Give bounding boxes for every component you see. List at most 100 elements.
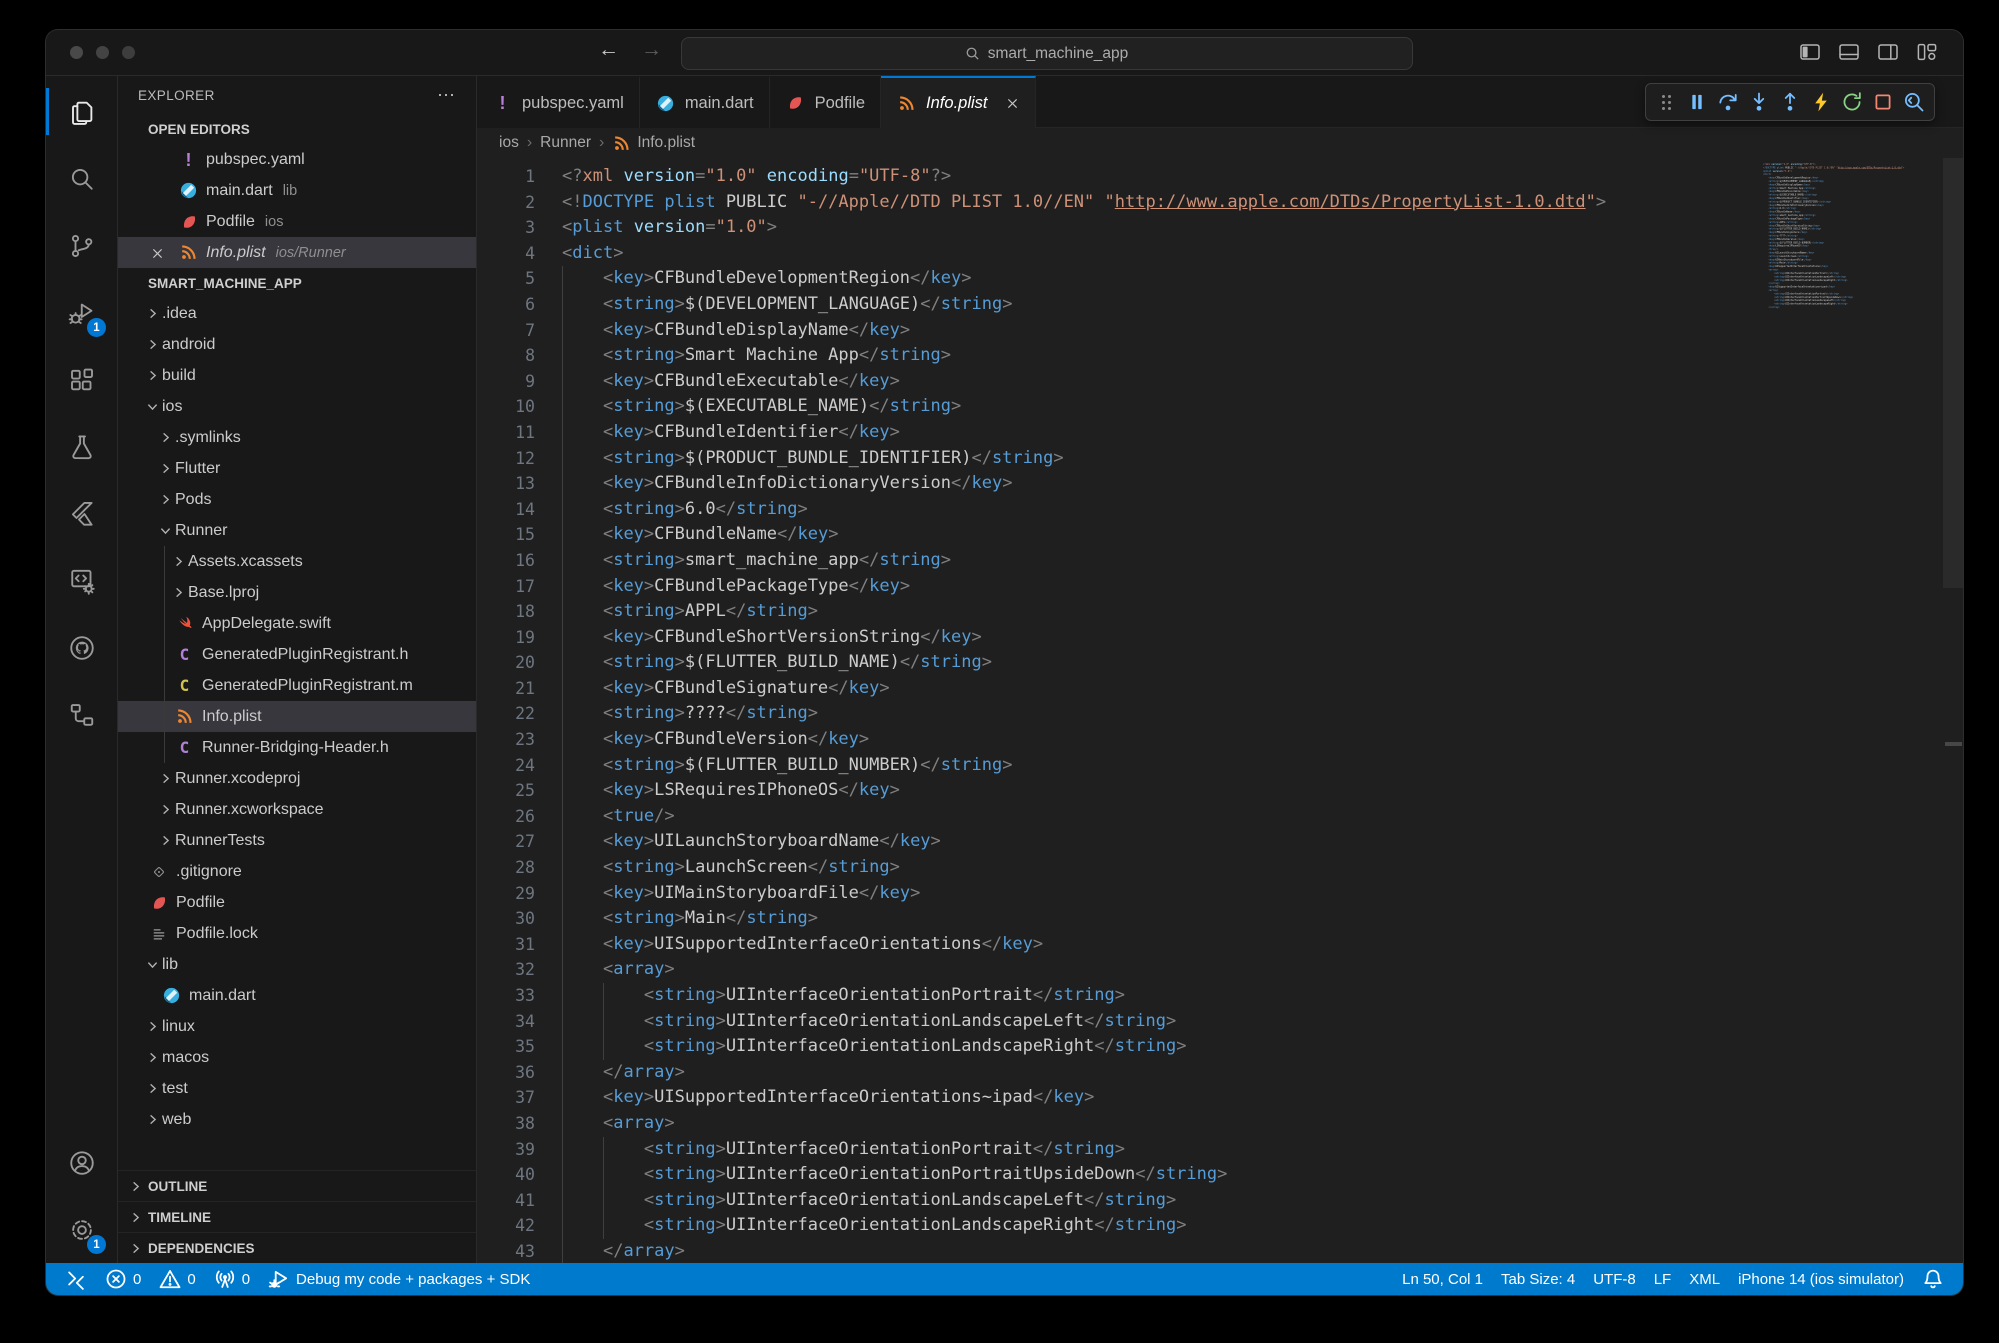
activitybar-search-icon[interactable] [46,145,117,212]
code-line-13[interactable]: 13 <key>CFBundleInfoDictionaryVersion</k… [477,471,1963,497]
code-line-30[interactable]: 30 <string>Main</string> [477,906,1963,932]
zoom-window-button[interactable] [122,46,135,59]
tree-item-macos[interactable]: macos [118,1042,476,1073]
open-editor-main.dart[interactable]: main.dartlib [118,175,476,206]
code-line-6[interactable]: 6 <string>$(DEVELOPMENT_LANGUAGE)</strin… [477,292,1963,318]
code-editor[interactable]: 1<?xml version="1.0" encoding="UTF-8"?> 2… [477,158,1963,1263]
tree-item-Podfile[interactable]: Podfile [118,887,476,918]
tree-item-Pods[interactable]: Pods [118,484,476,515]
code-line-21[interactable]: 21 <key>CFBundleSignature</key> [477,676,1963,702]
breadcrumb-Info.plist[interactable]: Info.plist [612,134,695,153]
tree-item-ios[interactable]: ios [118,391,476,422]
activitybar-github-icon[interactable] [46,614,117,681]
close-icon[interactable] [1005,96,1020,111]
breadcrumb-Runner[interactable]: Runner [540,134,591,152]
code-line-41[interactable]: 41 <string>UIInterfaceOrientationLandsca… [477,1188,1963,1214]
code-line-20[interactable]: 20 <string>$(FLUTTER_BUILD_NAME)</string… [477,650,1963,676]
activitybar-dart-devtools-icon[interactable] [46,547,117,614]
forward-arrow-icon[interactable]: → [641,38,662,62]
tab-main.dart[interactable]: main.dart [640,76,770,128]
step-over-icon[interactable] [1713,87,1743,117]
back-arrow-icon[interactable]: ← [598,38,619,62]
tree-item-.gitignore[interactable]: .gitignore [118,856,476,887]
tree-item-Assets.xcassets[interactable]: Assets.xcassets [118,546,476,577]
customize-layout-icon[interactable] [1915,40,1939,64]
code-line-37[interactable]: 37 <key>UISupportedInterfaceOrientations… [477,1085,1963,1111]
code-line-17[interactable]: 17 <key>CFBundlePackageType</key> [477,574,1963,600]
status-cursor-position[interactable]: Ln 50, Col 1 [1393,1263,1492,1295]
tree-item-AppDelegate.swift[interactable]: AppDelegate.swift [118,608,476,639]
toggle-panel-icon[interactable] [1837,40,1861,64]
code-line-1[interactable]: 1<?xml version="1.0" encoding="UTF-8"?> [477,164,1963,190]
hot-reload-icon[interactable] [1806,87,1836,117]
code-line-24[interactable]: 24 <string>$(FLUTTER_BUILD_NUMBER)</stri… [477,753,1963,779]
code-line-43[interactable]: 43 </array> [477,1239,1963,1263]
code-line-29[interactable]: 29 <key>UIMainStoryboardFile</key> [477,881,1963,907]
close-window-button[interactable] [70,46,83,59]
status-errors[interactable]: 0 [96,1263,150,1295]
code-line-39[interactable]: 39 <string>UIInterfaceOrientationPortrai… [477,1137,1963,1163]
open-editor-Podfile[interactable]: Podfileios [118,206,476,237]
step-into-icon[interactable] [1744,87,1774,117]
status-remote-indicator[interactable] [56,1263,96,1295]
code-line-38[interactable]: 38 <array> [477,1111,1963,1137]
tree-item-.symlinks[interactable]: .symlinks [118,422,476,453]
tree-item-main.dart[interactable]: main.dart [118,980,476,1011]
tree-item-Runner.xcodeproj[interactable]: Runner.xcodeproj [118,763,476,794]
activitybar-references-icon[interactable] [46,681,117,748]
command-center-search[interactable]: smart_machine_app [681,37,1413,70]
code-line-36[interactable]: 36 </array> [477,1060,1963,1086]
code-line-25[interactable]: 25 <key>LSRequiresIPhoneOS</key> [477,778,1963,804]
tree-item-android[interactable]: android [118,329,476,360]
activitybar-testing-icon[interactable] [46,413,117,480]
code-line-35[interactable]: 35 <string>UIInterfaceOrientationLandsca… [477,1034,1963,1060]
code-line-23[interactable]: 23 <key>CFBundleVersion</key> [477,727,1963,753]
tree-item-build[interactable]: build [118,360,476,391]
status-flutter-device[interactable]: iPhone 14 (ios simulator) [1729,1263,1913,1295]
code-line-5[interactable]: 5 <key>CFBundleDevelopmentRegion</key> [477,266,1963,292]
open-editor-pubspec.yaml[interactable]: !pubspec.yaml [118,144,476,175]
code-line-16[interactable]: 16 <string>smart_machine_app</string> [477,548,1963,574]
activitybar-extensions-icon[interactable] [46,346,117,413]
open-editor-Info.plist[interactable]: Info.plistios/Runner [118,237,476,268]
tree-item-Podfile.lock[interactable]: Podfile.lock [118,918,476,949]
status-language-mode[interactable]: XML [1680,1263,1729,1295]
tree-item-RunnerTests[interactable]: RunnerTests [118,825,476,856]
tree-item-test[interactable]: test [118,1073,476,1104]
toggle-primary-sidebar-icon[interactable] [1798,40,1822,64]
tree-item-lib[interactable]: lib [118,949,476,980]
code-line-40[interactable]: 40 <string>UIInterfaceOrientationPortrai… [477,1162,1963,1188]
status-indentation[interactable]: Tab Size: 4 [1492,1263,1584,1295]
tree-item-Flutter[interactable]: Flutter [118,453,476,484]
code-line-34[interactable]: 34 <string>UIInterfaceOrientationLandsca… [477,1009,1963,1035]
activitybar-run-and-debug-icon[interactable]: 1 [46,279,117,346]
code-line-32[interactable]: 32 <array> [477,957,1963,983]
status-encoding[interactable]: UTF-8 [1584,1263,1645,1295]
code-line-28[interactable]: 28 <string>LaunchScreen</string> [477,855,1963,881]
code-line-19[interactable]: 19 <key>CFBundleShortVersionString</key> [477,625,1963,651]
section-dependencies[interactable]: DEPENDENCIES [118,1232,476,1263]
minimize-window-button[interactable] [96,46,109,59]
more-actions-icon[interactable]: ⋯ [437,85,456,106]
code-line-15[interactable]: 15 <key>CFBundleName</key> [477,522,1963,548]
code-line-14[interactable]: 14 <string>6.0</string> [477,497,1963,523]
code-line-10[interactable]: 10 <string>$(EXECUTABLE_NAME)</string> [477,394,1963,420]
tree-item-.idea[interactable]: .idea [118,298,476,329]
open-editors-header[interactable]: OPEN EDITORS [118,114,476,144]
inspect-widget-icon[interactable] [1899,87,1929,117]
status-notifications[interactable] [1913,1263,1953,1295]
code-line-8[interactable]: 8 <string>Smart Machine App</string> [477,343,1963,369]
activitybar-settings-icon[interactable]: 1 [46,1196,117,1263]
activitybar-explorer-icon[interactable] [46,78,117,145]
tab-pubspec.yaml[interactable]: !pubspec.yaml [477,76,640,128]
code-line-42[interactable]: 42 <string>UIInterfaceOrientationLandsca… [477,1213,1963,1239]
code-line-31[interactable]: 31 <key>UISupportedInterfaceOrientations… [477,932,1963,958]
tree-item-GeneratedPluginRegistrant.m[interactable]: CGeneratedPluginRegistrant.m [118,670,476,701]
tree-item-linux[interactable]: linux [118,1011,476,1042]
activitybar-source-control-icon[interactable] [46,212,117,279]
section-timeline[interactable]: TIMELINE [118,1201,476,1232]
code-line-4[interactable]: 4<dict> [477,241,1963,267]
activitybar-flutter-icon[interactable] [46,480,117,547]
tree-item-Runner[interactable]: Runner [118,515,476,546]
step-out-icon[interactable] [1775,87,1805,117]
